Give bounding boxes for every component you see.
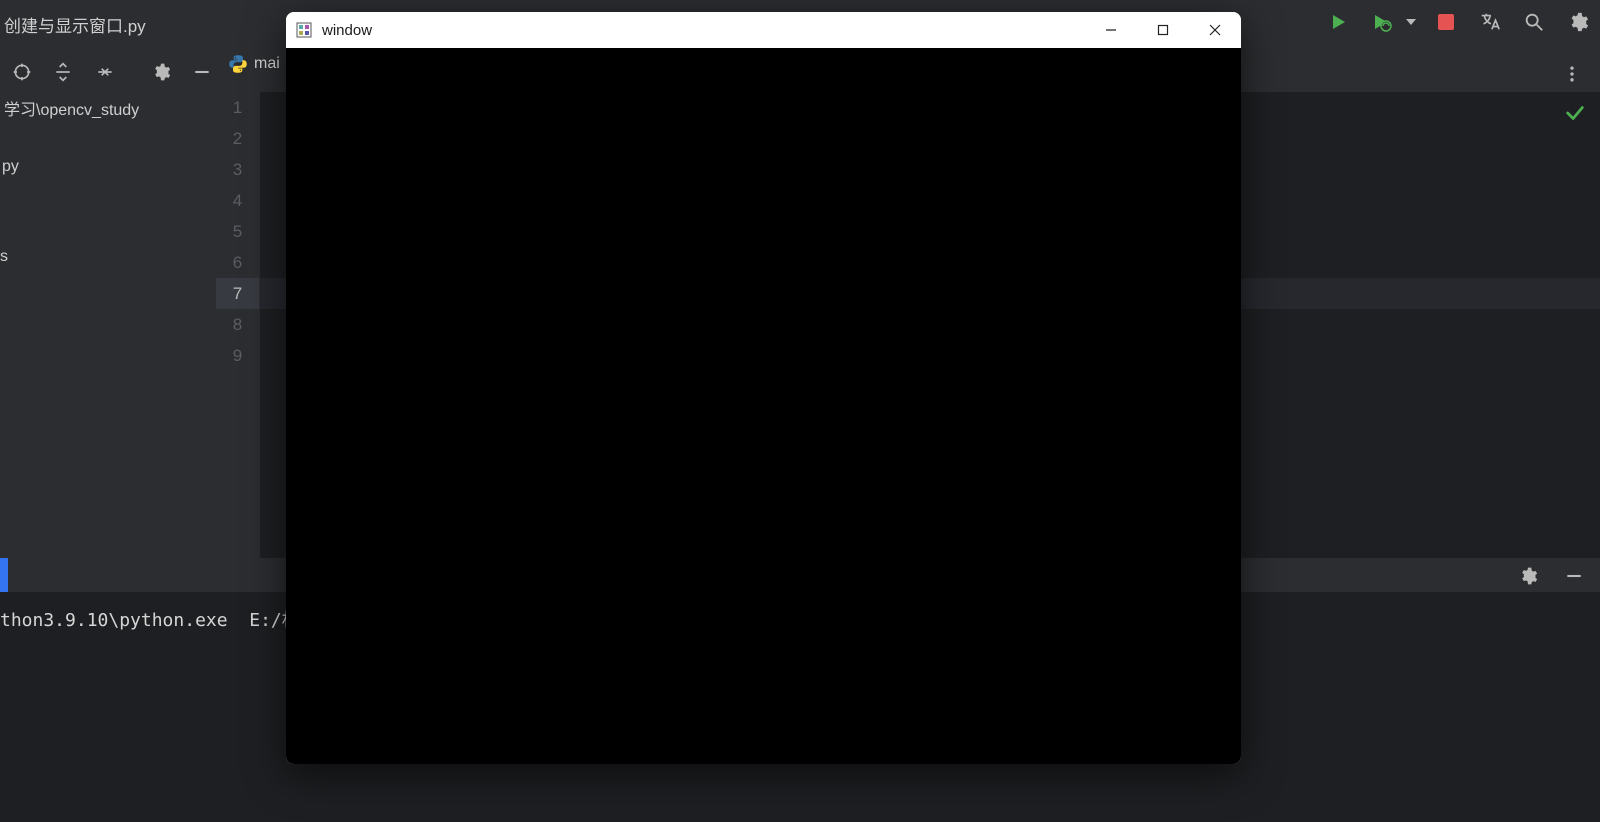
editor-gutter: 1 2 3 4 5 6 7 8 9 [216,92,260,558]
opencv-canvas[interactable] [286,48,1241,764]
stop-button[interactable] [1432,8,1460,36]
maximize-button[interactable] [1137,12,1189,48]
line-number: 9 [216,340,259,371]
project-path[interactable]: 学习\opencv_study [0,96,139,120]
minimize-button[interactable] [1085,12,1137,48]
settings-gear-icon[interactable] [1564,8,1592,36]
window-controls [1085,12,1241,48]
python-file-icon [228,54,248,74]
editor-tab[interactable]: mai [228,54,280,74]
translate-icon[interactable] [1476,8,1504,36]
sidebar-toolbar [0,52,216,92]
window-title: window [322,22,372,39]
run-tab-active-indicator [0,558,8,592]
line-number: 2 [216,123,259,154]
run-debug-icon[interactable] [1368,8,1396,36]
project-file-item[interactable]: py [0,158,19,176]
target-icon[interactable] [8,58,36,86]
sidebar-settings-icon[interactable] [147,58,175,86]
editor-more-icon[interactable] [1558,60,1586,88]
opencv-window: window [286,12,1241,764]
line-number-current: 7 [216,278,259,309]
run-dropdown-caret[interactable] [1406,19,1416,25]
line-number: 4 [216,185,259,216]
line-number: 6 [216,247,259,278]
window-titlebar[interactable]: window [286,12,1241,48]
stop-icon [1438,14,1454,30]
sidebar-hide-icon[interactable] [188,58,216,86]
line-number: 3 [216,154,259,185]
run-settings-icon[interactable] [1514,562,1542,590]
top-right-actions [1324,8,1592,36]
editor-tab-label: mai [254,55,280,73]
run-hide-icon[interactable] [1560,562,1588,590]
run-icon[interactable] [1324,8,1352,36]
search-icon[interactable] [1520,8,1548,36]
expand-all-icon[interactable] [50,58,78,86]
close-button[interactable] [1189,12,1241,48]
line-number: 5 [216,216,259,247]
line-number: 1 [216,92,259,123]
project-folder-item[interactable]: s [0,248,8,266]
app-icon [296,22,312,38]
run-panel-actions [1514,562,1588,590]
inspection-ok-icon[interactable] [1564,102,1586,130]
open-file-name: 创建与显示窗口.py [0,12,146,37]
collapse-all-icon[interactable] [91,58,119,86]
line-number: 8 [216,309,259,340]
